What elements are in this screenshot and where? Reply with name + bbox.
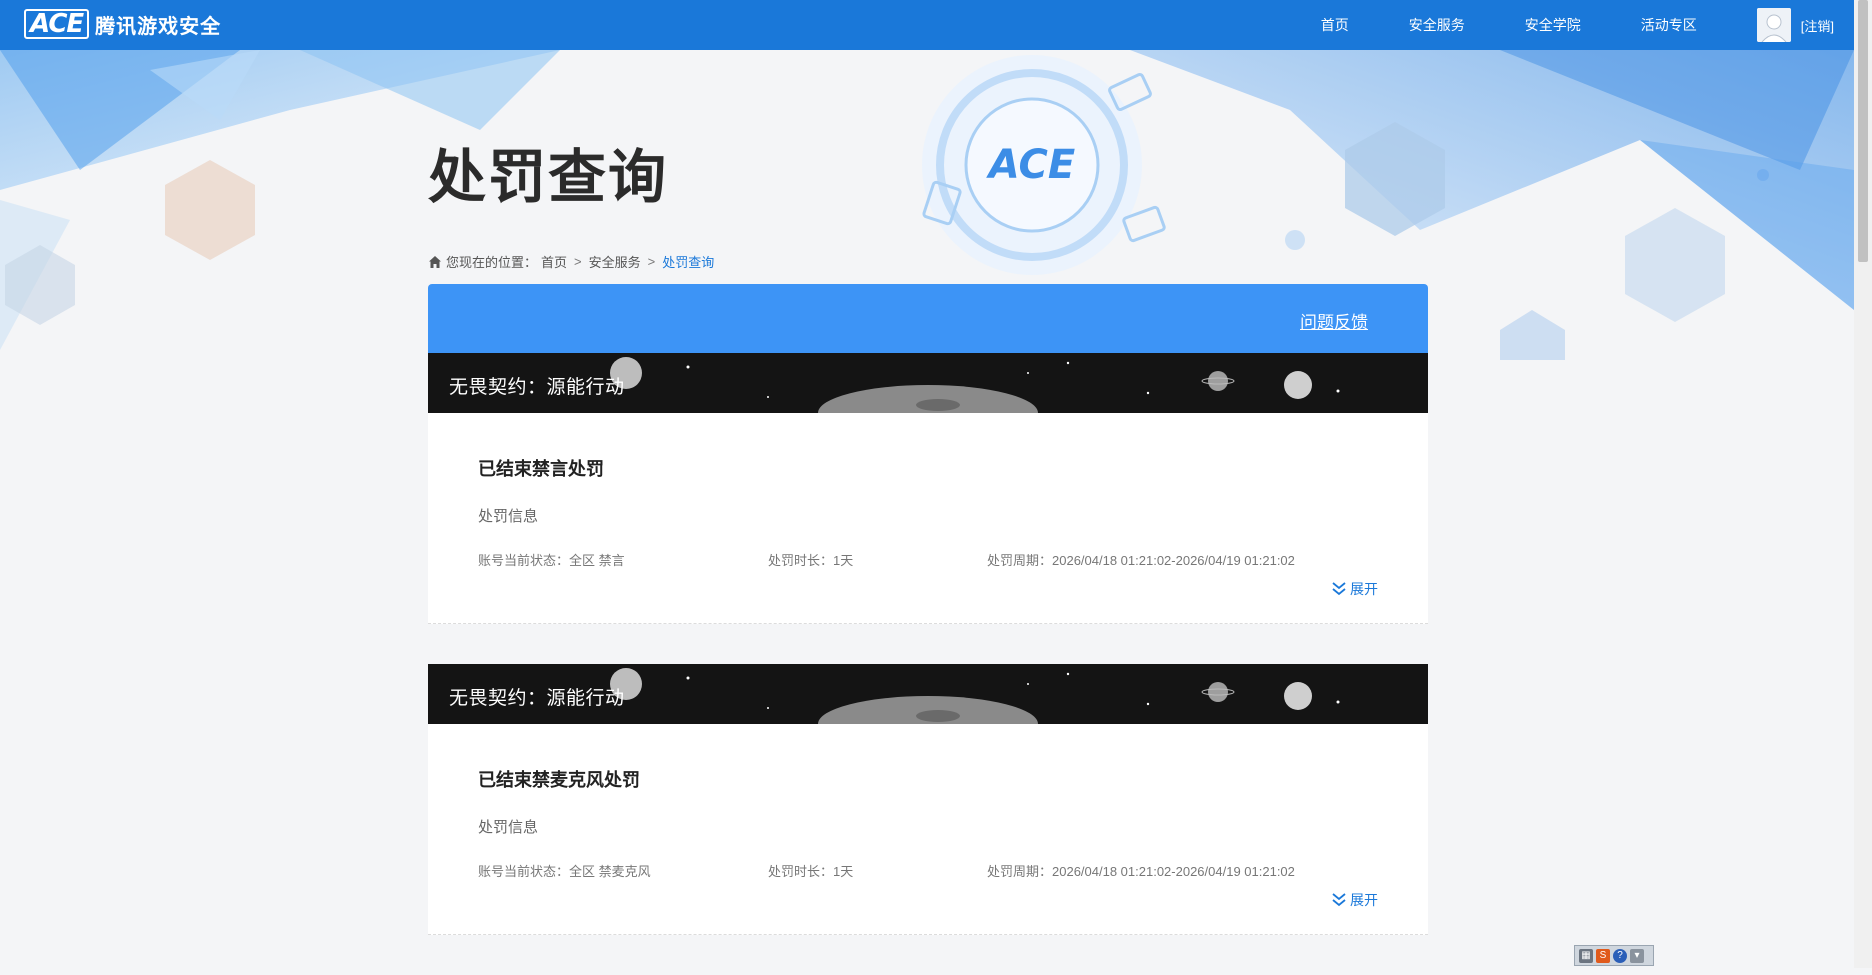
main-nav: 首页 安全服务 安全学院 活动专区 [注销] <box>1321 0 1854 50</box>
nav-item-events[interactable]: 活动专区 <box>1641 15 1697 35</box>
breadcrumb-security-services[interactable]: 安全服务 <box>589 252 641 271</box>
avatar[interactable] <box>1756 8 1791 42</box>
scrollbar-thumb[interactable] <box>1858 0 1868 262</box>
punishment-title: 已结束禁言处罚 <box>478 459 604 479</box>
expand-label: 展开 <box>1350 581 1378 597</box>
punishment-duration: 处罚时长：1天 <box>768 553 854 568</box>
ime-menu-icon[interactable]: ▾ <box>1630 948 1644 963</box>
chevron-double-down-icon <box>1332 582 1346 596</box>
logo-text: 腾讯游戏安全 <box>95 15 222 38</box>
punishment-title: 已结束禁麦克风处罚 <box>478 770 640 790</box>
breadcrumb-prefix: 您现在的位置： <box>446 255 538 270</box>
punishment-details: 账号当前状态：全区 禁麦克风 处罚时长：1天 处罚周期：2026/04/18 0… <box>478 861 1378 880</box>
card-body: 已结束禁麦克风处罚 处罚信息 账号当前状态：全区 禁麦克风 处罚时长：1天 处罚… <box>428 724 1428 935</box>
breadcrumb-current: 处罚查询 <box>662 255 715 270</box>
nav-item-security-services[interactable]: 安全服务 <box>1409 15 1465 35</box>
page-scrollbar[interactable] <box>1854 0 1872 968</box>
punishment-duration: 处罚时长：1天 <box>768 864 854 879</box>
account-status: 账号当前状态：全区 禁麦克风 <box>478 864 651 879</box>
panel-header: 问题反馈 <box>428 284 1428 353</box>
breadcrumb-separator: > <box>647 254 656 269</box>
home-icon <box>429 255 441 268</box>
game-banner: 无畏契约：源能行动 <box>428 353 1428 413</box>
punishment-details: 账号当前状态：全区 禁言 处罚时长：1天 处罚周期：2026/04/18 01:… <box>478 550 1378 569</box>
punishment-period: 处罚周期：2026/04/18 01:21:02-2026/04/19 01:2… <box>987 864 1295 879</box>
svg-text:ACE: ACE <box>986 142 1075 188</box>
avatar-icon <box>1756 8 1791 42</box>
punishment-card: 无畏契约：源能行动 已结束禁麦克风处罚 处罚信息 账号当前状态：全区 禁麦克风 … <box>428 664 1428 935</box>
expand-button[interactable]: 展开 <box>1331 579 1378 599</box>
breadcrumb-home[interactable]: 首页 <box>541 252 567 271</box>
expand-button[interactable]: 展开 <box>1331 890 1378 910</box>
punishment-info-label: 处罚信息 <box>478 819 539 836</box>
breadcrumb: 您现在的位置： 首页 > 安全服务 > 处罚查询 <box>428 252 714 271</box>
logout-link[interactable]: [注销] <box>1801 16 1834 35</box>
ime-toolbar[interactable]: ▦ S ? ▾ <box>1574 945 1654 966</box>
punishment-card: 无畏契约：源能行动 已结束禁言处罚 处罚信息 账号当前状态：全区 禁言 处罚时长… <box>428 353 1428 624</box>
chevron-double-down-icon <box>1332 893 1346 907</box>
game-name: 无畏契约：源能行动 <box>449 688 625 709</box>
punishment-info-label: 处罚信息 <box>478 508 539 525</box>
game-name: 无畏契约：源能行动 <box>449 377 625 398</box>
punishment-panel: 问题反馈 无畏契约：源能行动 已结束禁言处罚 处罚信息 账号当前状态：全区 禁言… <box>428 284 1428 975</box>
card-body: 已结束禁言处罚 处罚信息 账号当前状态：全区 禁言 处罚时长：1天 处罚周期：2… <box>428 413 1428 624</box>
game-banner: 无畏契约：源能行动 <box>428 664 1428 724</box>
expand-label: 展开 <box>1350 892 1378 908</box>
help-icon[interactable]: ? <box>1613 948 1627 963</box>
ime-s-icon[interactable]: S <box>1596 948 1610 963</box>
breadcrumb-separator: > <box>574 254 582 269</box>
keyboard-icon[interactable]: ▦ <box>1579 948 1593 963</box>
nav-item-security-academy[interactable]: 安全学院 <box>1525 15 1581 35</box>
top-nav-bar: ACE 腾讯游戏安全 首页 安全服务 安全学院 活动专区 [注销] <box>0 0 1854 50</box>
page-title: 处罚查询 <box>428 145 669 210</box>
ace-logo-mark: ACE <box>24 9 90 39</box>
feedback-link[interactable]: 问题反馈 <box>1300 308 1368 333</box>
nav-item-home[interactable]: 首页 <box>1321 15 1349 35</box>
site-logo[interactable]: ACE 腾讯游戏安全 <box>24 9 221 39</box>
account-status: 账号当前状态：全区 禁言 <box>478 553 625 568</box>
punishment-period: 处罚周期：2026/04/18 01:21:02-2026/04/19 01:2… <box>987 553 1295 568</box>
